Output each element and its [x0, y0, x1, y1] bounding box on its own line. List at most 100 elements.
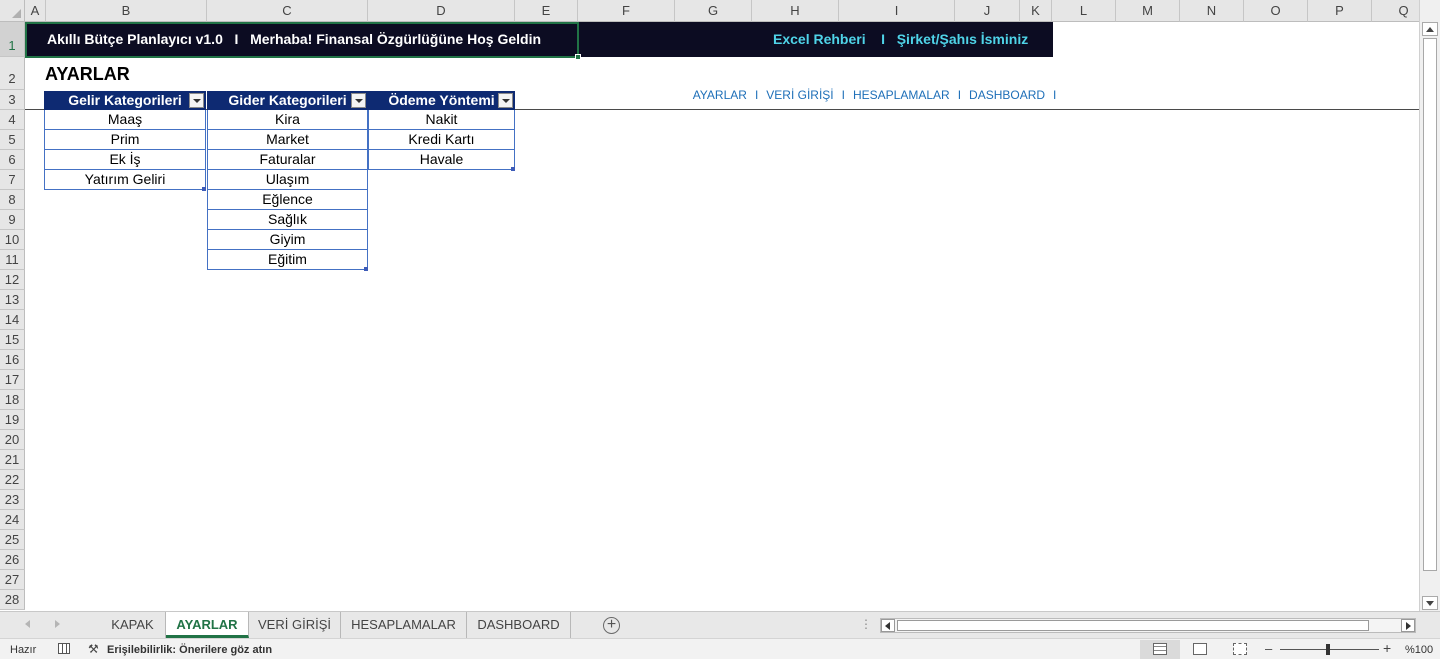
table-cell[interactable]: Prim: [44, 130, 206, 150]
row-header[interactable]: 21: [0, 450, 25, 470]
dropdown-filter-icon[interactable]: [189, 93, 204, 108]
page-break-view-icon[interactable]: [1233, 643, 1247, 655]
column-header[interactable]: K: [1020, 0, 1052, 22]
column-header[interactable]: I: [839, 0, 955, 22]
row-header[interactable]: 2: [0, 57, 25, 90]
row-header[interactable]: 7: [0, 170, 25, 190]
column-header[interactable]: A: [25, 0, 46, 22]
table-cell[interactable]: Kira: [207, 110, 368, 130]
column-header[interactable]: M: [1116, 0, 1180, 22]
row-header[interactable]: 18: [0, 390, 25, 410]
table-cell[interactable]: Market: [207, 130, 368, 150]
tab-kapak[interactable]: KAPAK: [100, 612, 166, 638]
nav-link-veri-girisi[interactable]: VERİ GİRİŞİ: [766, 88, 833, 102]
row-header[interactable]: 6: [0, 150, 25, 170]
row-header[interactable]: 14: [0, 310, 25, 330]
accessibility-check-icon[interactable]: ⚒: [88, 642, 99, 656]
column-header[interactable]: L: [1052, 0, 1116, 22]
row-header[interactable]: 3: [0, 90, 25, 110]
fill-handle[interactable]: [575, 54, 581, 60]
row-header[interactable]: 22: [0, 470, 25, 490]
row-header[interactable]: 19: [0, 410, 25, 430]
next-sheet-icon[interactable]: [55, 620, 60, 628]
row-header[interactable]: 26: [0, 550, 25, 570]
row-header[interactable]: 23: [0, 490, 25, 510]
plus-circle-icon[interactable]: +: [603, 617, 620, 634]
column-header[interactable]: B: [46, 0, 207, 22]
column-header[interactable]: J: [955, 0, 1020, 22]
active-cell-selection[interactable]: [25, 22, 579, 58]
vertical-scrollbar[interactable]: [1419, 0, 1440, 611]
table-cell[interactable]: Eğlence: [207, 190, 368, 210]
row-header[interactable]: 4: [0, 110, 25, 130]
column-header[interactable]: H: [752, 0, 839, 22]
nav-link-dashboard[interactable]: DASHBOARD: [969, 88, 1045, 102]
tab-ayarlar[interactable]: AYARLAR: [166, 612, 249, 638]
tab-veri-girisi[interactable]: VERİ GİRİŞİ: [249, 612, 341, 638]
table-cell[interactable]: Eğitim: [207, 250, 368, 270]
table-cell[interactable]: Kredi Kartı: [368, 130, 515, 150]
table-cell[interactable]: Yatırım Geliri: [44, 170, 206, 190]
row-header[interactable]: 5: [0, 130, 25, 150]
zoom-slider-thumb[interactable]: [1326, 644, 1330, 655]
table-cell[interactable]: Sağlık: [207, 210, 368, 230]
table-cell[interactable]: Nakit: [368, 110, 515, 130]
row-header[interactable]: 20: [0, 430, 25, 450]
column-header[interactable]: P: [1308, 0, 1372, 22]
row-header[interactable]: 17: [0, 370, 25, 390]
dropdown-filter-icon[interactable]: [351, 93, 366, 108]
scroll-right-icon[interactable]: [1401, 619, 1415, 632]
row-header[interactable]: 10: [0, 230, 25, 250]
scroll-up-icon[interactable]: [1422, 22, 1438, 36]
row-header[interactable]: 24: [0, 510, 25, 530]
page-layout-view-icon[interactable]: [1193, 643, 1207, 655]
column-header[interactable]: C: [207, 0, 368, 22]
column-header[interactable]: Q: [1372, 0, 1419, 22]
dropdown-filter-icon[interactable]: [498, 93, 513, 108]
table-cell[interactable]: Faturalar: [207, 150, 368, 170]
row-header[interactable]: 27: [0, 570, 25, 590]
zoom-out-icon[interactable]: –: [1265, 641, 1272, 656]
horizontal-scrollbar[interactable]: [880, 618, 1416, 633]
row-header[interactable]: 15: [0, 330, 25, 350]
nav-link-hesaplamalar[interactable]: HESAPLAMALAR: [853, 88, 950, 102]
column-header[interactable]: F: [578, 0, 675, 22]
scroll-left-icon[interactable]: [881, 619, 895, 632]
scroll-thumb[interactable]: [1423, 38, 1437, 571]
splitter-dots-icon[interactable]: ⋮: [860, 617, 872, 631]
column-header[interactable]: N: [1180, 0, 1244, 22]
table-cell[interactable]: Maaş: [44, 110, 206, 130]
row-header[interactable]: 28: [0, 590, 25, 610]
row-header[interactable]: 12: [0, 270, 25, 290]
table-resize-handle[interactable]: [511, 167, 515, 171]
row-header[interactable]: 1: [0, 22, 25, 57]
column-header[interactable]: G: [675, 0, 752, 22]
table-resize-handle[interactable]: [364, 267, 368, 271]
prev-sheet-icon[interactable]: [25, 620, 30, 628]
normal-view-icon[interactable]: [1153, 643, 1167, 655]
horizontal-scroll-thumb[interactable]: [897, 620, 1369, 631]
nav-link-ayarlar[interactable]: AYARLAR: [693, 88, 747, 102]
row-header[interactable]: 16: [0, 350, 25, 370]
tab-hesaplamalar[interactable]: HESAPLAMALAR: [341, 612, 467, 638]
tab-dashboard[interactable]: DASHBOARD: [467, 612, 571, 638]
row-header[interactable]: 9: [0, 210, 25, 230]
cell-mode-icon[interactable]: [58, 643, 70, 654]
scroll-down-icon[interactable]: [1422, 596, 1438, 610]
row-header[interactable]: 25: [0, 530, 25, 550]
zoom-in-icon[interactable]: +: [1383, 640, 1391, 656]
row-header[interactable]: 8: [0, 190, 25, 210]
table-cell[interactable]: Havale: [368, 150, 515, 170]
zoom-level[interactable]: %100: [1405, 644, 1433, 656]
row-header[interactable]: 11: [0, 250, 25, 270]
column-header[interactable]: D: [368, 0, 515, 22]
accessibility-status[interactable]: Erişilebilirlik: Önerilere göz atın: [107, 644, 272, 656]
table-cell[interactable]: Ulaşım: [207, 170, 368, 190]
table-resize-handle[interactable]: [202, 187, 206, 191]
table-cell[interactable]: Ek İş: [44, 150, 206, 170]
row-header[interactable]: 13: [0, 290, 25, 310]
column-header[interactable]: E: [515, 0, 578, 22]
expense-table-header: Gider Kategorileri: [207, 91, 368, 110]
table-cell[interactable]: Giyim: [207, 230, 368, 250]
column-header[interactable]: O: [1244, 0, 1308, 22]
